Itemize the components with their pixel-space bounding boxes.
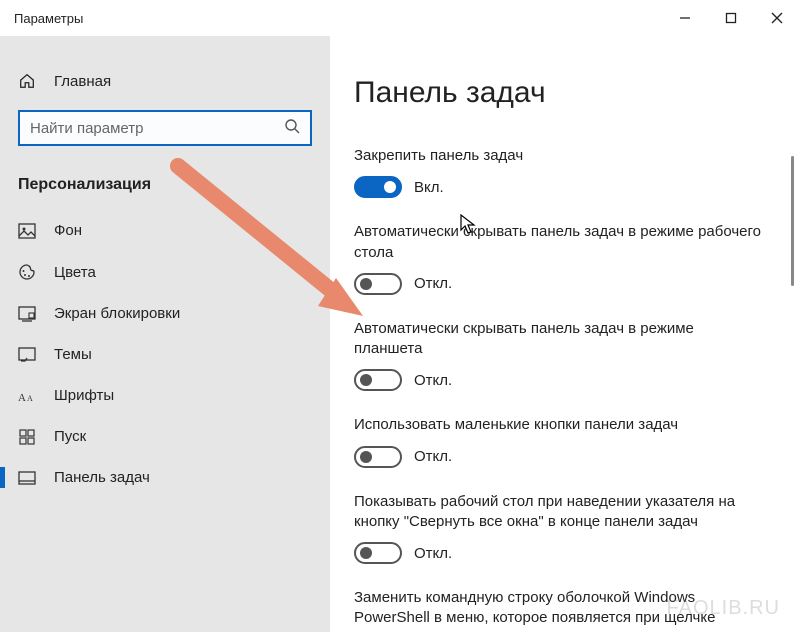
nav-label: Фон — [54, 222, 82, 239]
setting-label: Показывать рабочий стол при наведении ук… — [354, 492, 764, 533]
close-button[interactable] — [754, 0, 800, 36]
home-nav[interactable]: Главная — [0, 62, 330, 100]
setting-label: Закрепить панель задач — [354, 146, 764, 166]
main-panel: Панель задач Закрепить панель задач Вкл.… — [330, 36, 800, 632]
sidebar-item-themes[interactable]: Темы — [0, 334, 330, 375]
nav-label: Панель задач — [54, 469, 150, 486]
toggle-state: Откл. — [414, 275, 452, 292]
nav-label: Экран блокировки — [54, 305, 180, 322]
search-input[interactable]: Найти параметр — [18, 110, 312, 146]
toggle-autohide-desktop[interactable] — [354, 273, 402, 295]
setting-small-buttons: Использовать маленькие кнопки панели зад… — [354, 415, 776, 467]
home-icon — [18, 72, 36, 90]
nav-label: Шрифты — [54, 387, 114, 404]
nav-label: Пуск — [54, 428, 86, 445]
start-icon — [18, 429, 36, 445]
home-label: Главная — [54, 73, 111, 90]
watermark: FAQLIB.RU — [667, 597, 780, 620]
search-placeholder: Найти параметр — [30, 120, 144, 137]
setting-autohide-tablet: Автоматически скрывать панель задач в ре… — [354, 319, 776, 392]
page-title: Панель задач — [354, 76, 776, 110]
svg-text:A: A — [18, 392, 26, 404]
fonts-icon: AA — [18, 388, 36, 404]
sidebar-item-lockscreen[interactable]: Экран блокировки — [0, 293, 330, 334]
setting-label: Автоматически скрывать панель задач в ре… — [354, 222, 764, 263]
setting-label: Автоматически скрывать панель задач в ре… — [354, 319, 764, 360]
taskbar-icon — [18, 471, 36, 485]
nav-label: Темы — [54, 346, 92, 363]
lockscreen-icon — [18, 306, 36, 322]
setting-lock-taskbar: Закрепить панель задач Вкл. — [354, 146, 776, 198]
toggle-small-buttons[interactable] — [354, 446, 402, 468]
setting-peek-desktop: Показывать рабочий стол при наведении ук… — [354, 492, 776, 565]
maximize-button[interactable] — [708, 0, 754, 36]
toggle-state: Откл. — [414, 448, 452, 465]
toggle-state: Откл. — [414, 545, 452, 562]
toggle-autohide-tablet[interactable] — [354, 369, 402, 391]
toggle-lock-taskbar[interactable] — [354, 176, 402, 198]
title-bar: Параметры — [0, 0, 800, 36]
scrollbar[interactable] — [791, 156, 794, 286]
toggle-state: Вкл. — [414, 179, 444, 196]
sidebar-item-fonts[interactable]: AA Шрифты — [0, 375, 330, 416]
toggle-state: Откл. — [414, 372, 452, 389]
palette-icon — [18, 263, 36, 281]
minimize-button[interactable] — [662, 0, 708, 36]
sidebar-item-colors[interactable]: Цвета — [0, 251, 330, 293]
sidebar-section: Персонализация — [0, 166, 330, 210]
sidebar-item-background[interactable]: Фон — [0, 210, 330, 251]
search-icon — [284, 118, 300, 138]
sidebar-item-taskbar[interactable]: Панель задач — [0, 457, 330, 498]
setting-autohide-desktop: Автоматически скрывать панель задач в ре… — [354, 222, 776, 295]
nav-label: Цвета — [54, 264, 96, 281]
toggle-peek-desktop[interactable] — [354, 542, 402, 564]
svg-text:A: A — [27, 394, 33, 403]
themes-icon — [18, 347, 36, 363]
sidebar: Главная Найти параметр Персонализация Фо… — [0, 36, 330, 632]
picture-icon — [18, 223, 36, 239]
sidebar-item-start[interactable]: Пуск — [0, 416, 330, 457]
window-title: Параметры — [14, 11, 83, 26]
setting-label: Использовать маленькие кнопки панели зад… — [354, 415, 764, 435]
